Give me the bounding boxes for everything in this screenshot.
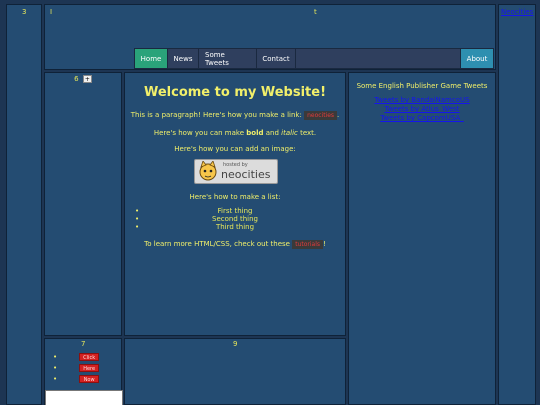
nav-contact[interactable]: Contact <box>257 49 296 68</box>
list-item: • Here <box>53 364 100 375</box>
paragraph-list: Here's how to make a list: <box>189 193 281 201</box>
list-item: • Click <box>53 353 100 364</box>
button-list: • Click • Here • Now <box>53 353 100 386</box>
list-item: First thing <box>125 207 345 215</box>
bottom-left-panel: 7 • Click • Here • Now <box>44 338 123 405</box>
here-button[interactable]: Here <box>79 364 100 372</box>
header-marker-right: t <box>314 8 317 16</box>
neocities-cat-icon <box>199 161 217 181</box>
para2-mid: and <box>265 129 279 137</box>
click-button[interactable]: Click <box>79 353 100 361</box>
para1-prefix: This is a paragraph! Here's how you make… <box>130 111 302 119</box>
left-panel: 6 + <box>44 72 122 336</box>
italic-text: italic <box>281 129 298 137</box>
para2-suffix: text. <box>300 129 317 137</box>
tweet-link-atlus[interactable]: Tweets by Atlus_West <box>384 105 459 113</box>
now-button[interactable]: Now <box>79 375 100 383</box>
nav-news[interactable]: News <box>168 49 199 68</box>
neocities-inline-link[interactable]: neocities <box>304 111 338 120</box>
para2-prefix: Here's how you can make <box>153 129 245 137</box>
badge-neocities: neocities <box>221 168 271 181</box>
tweet-links: Tweets by BandaiNamcoUS Tweets by Atlus_… <box>349 96 495 123</box>
list-item: Third thing <box>125 223 345 231</box>
left-panel-number: 6 <box>74 75 79 83</box>
nav-some-tweets[interactable]: Some Tweets <box>199 49 257 68</box>
paragraph-image: Here's how you can add an image: <box>174 145 296 153</box>
bottom-left-number: 7 <box>81 340 86 348</box>
top-right-cell: Neocities <box>498 4 536 405</box>
main-content: Welcome to my Website! This is a paragra… <box>124 72 346 336</box>
paragraph-link: This is a paragraph! Here's how you make… <box>125 111 345 120</box>
bold-text: bold <box>246 129 264 137</box>
list-item: • Now <box>53 375 100 386</box>
page-title: Welcome to my Website! <box>143 85 327 100</box>
right-panel: Some English Publisher Game Tweets Tweet… <box>348 72 496 405</box>
paragraph-formatting: Here's how you can make bold and italic … <box>125 129 345 137</box>
nav-about[interactable]: About <box>460 49 493 68</box>
toggle-button[interactable]: + <box>82 75 92 83</box>
para5-prefix: To learn more HTML/CSS, check out these <box>144 240 290 248</box>
tweet-link-capcom[interactable]: Tweets by CapcomUSA_ <box>380 114 463 122</box>
para5-suffix: ! <box>323 240 326 248</box>
header-marker-left: I <box>50 8 53 16</box>
para1-suffix: . <box>337 111 340 119</box>
hosted-by-neocities-image[interactable]: hosted by neocities <box>194 159 278 184</box>
tutorials-link[interactable]: tutorials <box>292 240 324 249</box>
nav-bar: Home News Some Tweets Contact About <box>134 48 494 69</box>
nav-home[interactable]: Home <box>135 49 168 68</box>
list-item: Second thing <box>125 215 345 223</box>
top-left-cell: 3 <box>6 4 42 405</box>
bottom-center-panel: 9 <box>124 338 346 405</box>
left-panel-header: 6 + <box>45 75 121 83</box>
top-left-number: 3 <box>22 8 27 16</box>
right-panel-title: Some English Publisher Game Tweets <box>356 82 488 90</box>
example-list: First thing Second thing Third thing <box>125 207 345 231</box>
bottom-center-number: 9 <box>233 340 238 348</box>
tweet-link-bandainamco[interactable]: Tweets by BandaiNamcoUS <box>374 96 469 104</box>
text-input-box[interactable] <box>45 390 123 405</box>
neocities-link[interactable]: Neocities <box>501 8 533 16</box>
paragraph-tutorials: To learn more HTML/CSS, check out these … <box>125 240 345 249</box>
